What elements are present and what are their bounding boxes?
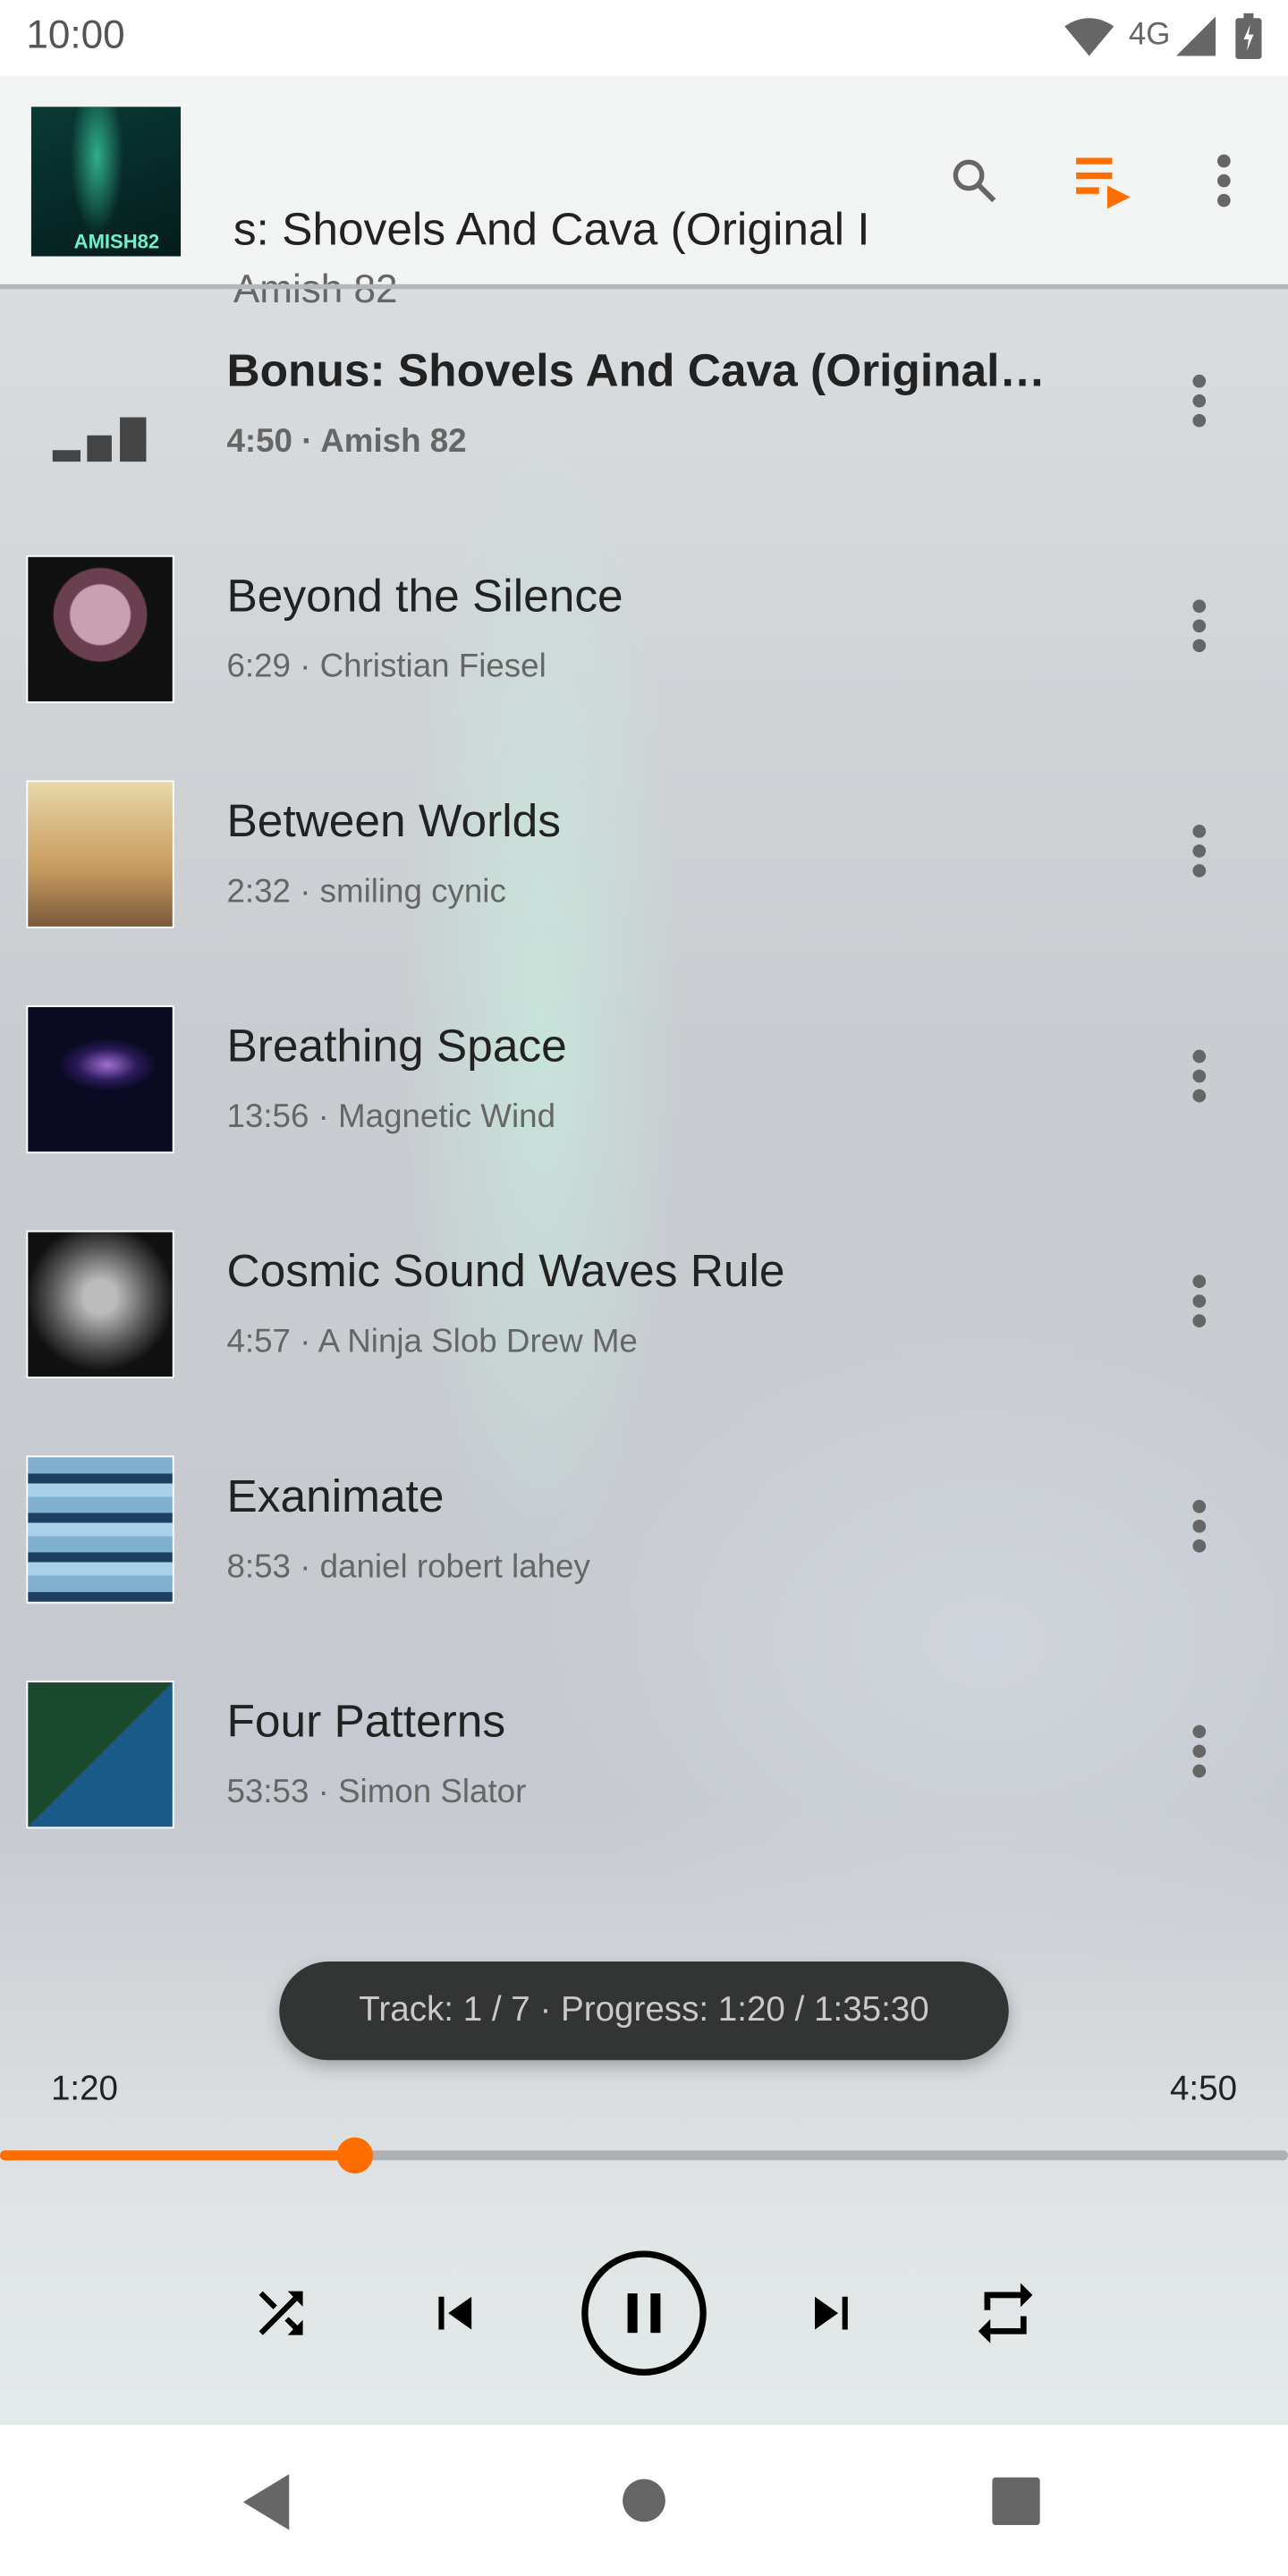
more-vert-icon[interactable] <box>1204 153 1243 212</box>
header-divider <box>0 284 1288 290</box>
track-row[interactable]: Cosmic Sound Waves Rule 4:57 · A Ninja Sl… <box>0 1192 1288 1418</box>
repeat-icon[interactable] <box>970 2277 1042 2350</box>
track-row[interactable]: Breathing Space 13:56 · Magnetic Wind <box>0 968 1288 1193</box>
track-subtitle: 53:53 · Simon Slator <box>226 1774 527 1811</box>
cell-signal-icon <box>1176 16 1216 56</box>
track-art <box>26 555 174 704</box>
track-subtitle: 6:29 · Christian Fiesel <box>226 648 547 685</box>
now-playing-header[interactable]: AMISH82 s: Shovels And Cava (Original I … <box>0 75 1288 312</box>
seek-bar[interactable] <box>0 2136 1288 2175</box>
network-type: 4G <box>1128 18 1171 53</box>
navigation-bar <box>0 2425 1288 2576</box>
track-more-icon[interactable] <box>1180 593 1219 658</box>
shuffle-icon[interactable] <box>248 2280 313 2345</box>
track-more-icon[interactable] <box>1180 1494 1219 1559</box>
track-title: Bonus: Shovels And Cava (Original… <box>226 344 1046 396</box>
queue-icon[interactable] <box>1076 157 1135 210</box>
track-subtitle: 2:32 · smiling cynic <box>226 874 506 911</box>
battery-charging-icon <box>1235 13 1262 60</box>
wifi-icon <box>1064 18 1114 56</box>
track-more-icon[interactable] <box>1180 1043 1219 1108</box>
track-more-icon[interactable] <box>1180 368 1219 433</box>
skip-previous-icon[interactable] <box>422 2280 487 2345</box>
search-icon[interactable] <box>948 155 1001 208</box>
progress-toast: Track: 1 / 7 · Progress: 1:20 / 1:35:30 <box>279 1962 1009 2061</box>
track-title: Cosmic Sound Waves Rule <box>226 1245 785 1297</box>
track-title: Breathing Space <box>226 1020 567 1072</box>
now-playing-bars-icon <box>52 417 147 462</box>
track-subtitle: 8:53 · daniel robert lahey <box>226 1549 590 1586</box>
back-icon[interactable] <box>242 2474 292 2530</box>
track-subtitle: 13:56 · Magnetic Wind <box>226 1098 556 1136</box>
track-row[interactable]: Exanimate 8:53 · daniel robert lahey <box>0 1418 1288 1643</box>
recents-icon[interactable] <box>992 2477 1040 2526</box>
app-root: 10:00 4G AMISH82 s: Shovels And Cava (Or… <box>0 0 1288 2576</box>
track-art <box>26 1230 174 1379</box>
seek-thumb[interactable] <box>337 2137 374 2174</box>
album-art-label: AMISH82 <box>73 230 160 253</box>
track-more-icon[interactable] <box>1180 1718 1219 1784</box>
track-row[interactable]: Beyond the Silence 6:29 · Christian Fiese… <box>0 518 1288 743</box>
track-art <box>26 1005 174 1154</box>
track-row[interactable]: Bonus: Shovels And Cava (Original… 4:50 ·… <box>0 292 1288 518</box>
track-more-icon[interactable] <box>1180 818 1219 884</box>
pause-button[interactable] <box>580 2249 708 2377</box>
track-row[interactable]: Between Worlds 2:32 · smiling cynic <box>0 742 1288 968</box>
elapsed-time: 1:20 <box>50 2070 119 2108</box>
track-title: Four Patterns <box>226 1695 506 1747</box>
track-art <box>26 1680 174 1829</box>
track-subtitle: 4:50 · Amish 82 <box>226 423 467 461</box>
track-more-icon[interactable] <box>1180 1268 1219 1334</box>
pause-icon <box>627 2293 638 2334</box>
track-title: Between Worlds <box>226 794 561 846</box>
track-title: Beyond the Silence <box>226 570 623 622</box>
track-subtitle: 4:57 · A Ninja Slob Drew Me <box>226 1324 638 1360</box>
now-playing-title: s: Shovels And Cava (Original I <box>233 203 870 255</box>
home-icon[interactable] <box>623 2479 665 2522</box>
track-art <box>26 1455 174 1604</box>
status-bar: 10:00 4G <box>0 0 1288 76</box>
seek-progress <box>0 2150 356 2161</box>
track-title: Exanimate <box>226 1470 445 1521</box>
skip-next-icon[interactable] <box>799 2280 864 2345</box>
track-row[interactable]: Four Patterns 53:53 · Simon Slator <box>0 1643 1288 1868</box>
duration-time: 4:50 <box>1169 2070 1238 2108</box>
track-art <box>26 780 174 928</box>
album-art: AMISH82 <box>30 106 182 257</box>
status-time: 10:00 <box>26 13 125 58</box>
